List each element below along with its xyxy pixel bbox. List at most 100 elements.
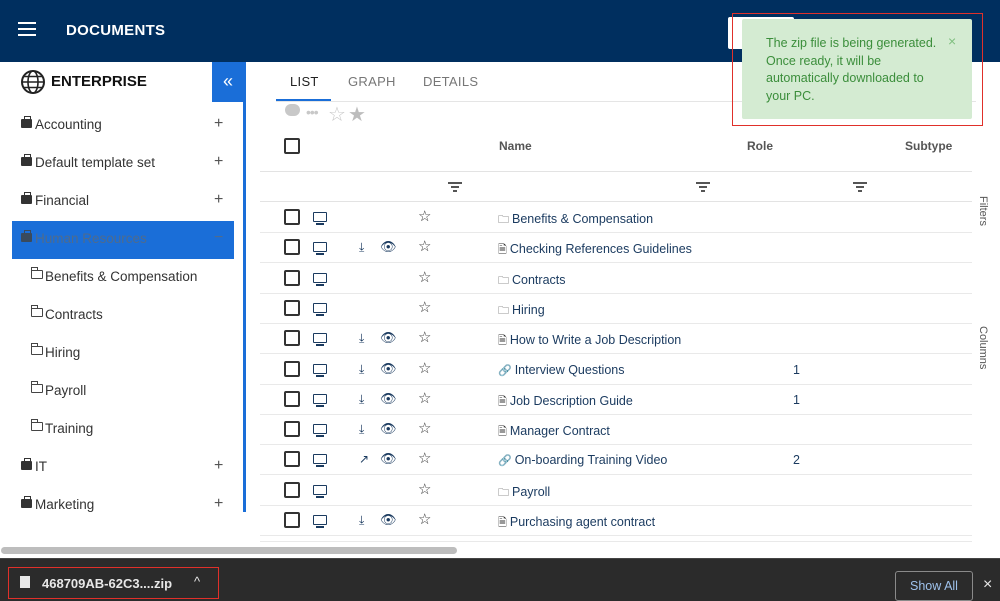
expand-plus-icon[interactable]: + — [214, 457, 223, 475]
star-outline-icon[interactable]: ☆ — [328, 102, 346, 127]
table-row[interactable]: ☆ 🗀 Contracts — [260, 264, 972, 294]
show-all-downloads-button[interactable]: Show All — [895, 571, 973, 601]
preview-monitor-icon[interactable] — [313, 212, 327, 225]
expand-plus-icon[interactable]: + — [214, 115, 223, 133]
preview-monitor-icon[interactable] — [313, 515, 327, 528]
preview-monitor-icon[interactable] — [313, 363, 327, 377]
filter-icon[interactable] — [696, 181, 710, 193]
sidebar-item-accounting[interactable]: Accounting + — [0, 107, 244, 145]
view-eye-icon[interactable]: 👁 — [380, 421, 397, 437]
view-eye-icon[interactable]: 👁 — [380, 512, 397, 528]
expand-plus-icon[interactable]: + — [214, 153, 223, 171]
favorite-star-icon[interactable]: ☆ — [418, 328, 431, 346]
sidebar-item-marketing[interactable]: Marketing + — [0, 487, 244, 525]
row-name-link[interactable]: 🗀 Payroll — [498, 484, 550, 503]
select-all-checkbox[interactable] — [284, 138, 300, 154]
sidebar-item-financial[interactable]: Financial + — [0, 183, 244, 221]
sidebar-subitem-contracts[interactable]: Contracts — [0, 297, 244, 335]
table-row[interactable]: ⤓ 👁 ☆ 🗎 Manager Contract — [260, 415, 972, 446]
preview-monitor-icon[interactable] — [313, 393, 327, 407]
row-name-link[interactable]: 🔗 Interview Questions — [498, 363, 624, 377]
favorite-star-icon[interactable]: ☆ — [418, 419, 431, 437]
favorite-star-icon[interactable]: ☆ — [418, 298, 431, 316]
row-checkbox[interactable] — [284, 360, 300, 377]
download-icon[interactable]: ⤓ — [359, 331, 364, 346]
row-checkbox[interactable] — [284, 209, 300, 225]
table-row[interactable]: ⤓ 👁 ☆ 🗎 Job Description Guide 1 — [260, 385, 972, 415]
tab-graph[interactable]: GRAPH — [348, 74, 396, 89]
download-icon[interactable]: ⤓ — [359, 422, 364, 437]
row-name-link[interactable]: 🗎 How to Write a Job Description — [498, 332, 681, 351]
filters-panel-toggle[interactable]: Filters — [977, 196, 989, 226]
row-checkbox[interactable] — [284, 269, 300, 286]
download-icon[interactable]: ⤓ — [359, 392, 364, 407]
row-checkbox[interactable] — [284, 390, 300, 407]
preview-monitor-icon[interactable] — [313, 333, 327, 347]
view-eye-icon[interactable]: 👁 — [380, 239, 397, 255]
table-row[interactable]: ⤓ 👁 ☆ 🗎 Checking References Guidelines — [260, 233, 972, 264]
row-name-link[interactable]: 🗎 Purchasing agent contract — [498, 514, 655, 533]
sidebar-item-it[interactable]: IT + — [0, 449, 244, 487]
column-header-subtype[interactable]: Subtype — [905, 139, 952, 153]
row-name-link[interactable]: 🗀 Contracts — [498, 272, 566, 291]
table-row[interactable]: ☆ 🗀 Hiring — [260, 294, 972, 324]
favorite-star-icon[interactable]: ☆ — [418, 510, 431, 528]
row-name-link[interactable]: 🔗 On-boarding Training Video — [498, 453, 667, 467]
row-name-link[interactable]: 🗀 Hiring — [498, 302, 545, 321]
favorite-star-icon[interactable]: ☆ — [418, 480, 431, 498]
table-row[interactable]: ⤓ 👁 ☆ 🔗 Interview Questions 1 — [260, 355, 972, 385]
favorite-star-icon[interactable]: ☆ — [418, 449, 431, 467]
favorite-star-icon[interactable]: ☆ — [418, 207, 431, 225]
table-row[interactable]: ↗ 👁 ☆ 🔗 On-boarding Training Video 2 — [260, 445, 972, 476]
table-row[interactable]: ☆ 🗀 Payroll — [260, 476, 972, 506]
view-eye-icon[interactable]: 👁 — [380, 451, 397, 467]
row-checkbox[interactable] — [284, 330, 300, 347]
collapse-sidebar-button[interactable]: « — [212, 62, 244, 102]
hamburger-menu-icon[interactable] — [18, 22, 36, 36]
favorite-star-icon[interactable]: ☆ — [418, 237, 431, 255]
collapse-minus-icon[interactable]: − — [214, 229, 223, 247]
table-row[interactable]: ⤓ 👁 ☆ 🗎 How to Write a Job Description — [260, 324, 972, 355]
preview-monitor-icon[interactable] — [313, 272, 327, 286]
filter-icon[interactable] — [853, 181, 867, 193]
column-header-role[interactable]: Role — [747, 139, 773, 153]
download-icon[interactable]: ⤓ — [359, 513, 364, 528]
expand-plus-icon[interactable]: + — [214, 495, 223, 513]
row-checkbox[interactable] — [284, 421, 300, 438]
comment-icon[interactable] — [285, 104, 300, 116]
filter-icon[interactable] — [448, 181, 462, 193]
preview-monitor-icon[interactable] — [313, 242, 327, 256]
horizontal-scrollbar[interactable] — [0, 543, 1000, 557]
view-eye-icon[interactable]: 👁 — [380, 391, 397, 407]
sidebar-subitem-benefits-compensation[interactable]: Benefits & Compensation — [0, 259, 244, 297]
preview-monitor-icon[interactable] — [313, 424, 327, 438]
favorite-star-icon[interactable]: ☆ — [418, 389, 431, 407]
expand-plus-icon[interactable]: + — [214, 191, 223, 209]
favorite-star-icon[interactable]: ☆ — [418, 359, 431, 377]
view-eye-icon[interactable]: 👁 — [380, 361, 397, 377]
download-icon[interactable]: ⤓ — [359, 240, 364, 255]
row-name-link[interactable]: 🗎 Manager Contract — [498, 423, 610, 442]
row-name-link[interactable]: 🗀 Benefits & Compensation — [498, 211, 653, 230]
horizontal-scrollbar-thumb[interactable] — [1, 547, 457, 554]
download-item[interactable]: 468709AB-62C3....zip ^ — [8, 569, 218, 597]
row-checkbox[interactable] — [284, 239, 300, 256]
row-checkbox[interactable] — [284, 512, 300, 528]
sidebar-subitem-hiring[interactable]: Hiring — [0, 335, 244, 373]
toast-close-icon[interactable]: × — [948, 33, 956, 49]
row-checkbox[interactable] — [284, 481, 300, 498]
chevron-up-icon[interactable]: ^ — [194, 574, 200, 589]
tab-list[interactable]: LIST — [290, 74, 319, 89]
columns-panel-toggle[interactable]: Columns — [977, 326, 989, 369]
sidebar-item-human-resources[interactable]: Human Resources − — [12, 221, 234, 259]
preview-monitor-icon[interactable] — [313, 302, 327, 316]
external-link-icon[interactable]: ↗ — [359, 452, 369, 466]
tab-details[interactable]: DETAILS — [423, 74, 478, 89]
row-checkbox[interactable] — [284, 299, 300, 316]
table-row[interactable]: ☆ 🗀 Benefits & Compensation — [260, 203, 972, 233]
download-icon[interactable]: ⤓ — [359, 362, 364, 377]
favorite-star-icon[interactable]: ☆ — [418, 268, 431, 286]
table-row[interactable]: ⤓ 👁 ☆ 🗎 Purchasing agent contract — [260, 506, 972, 536]
row-checkbox[interactable] — [284, 451, 300, 468]
row-name-link[interactable]: 🗎 Checking References Guidelines — [498, 241, 692, 260]
